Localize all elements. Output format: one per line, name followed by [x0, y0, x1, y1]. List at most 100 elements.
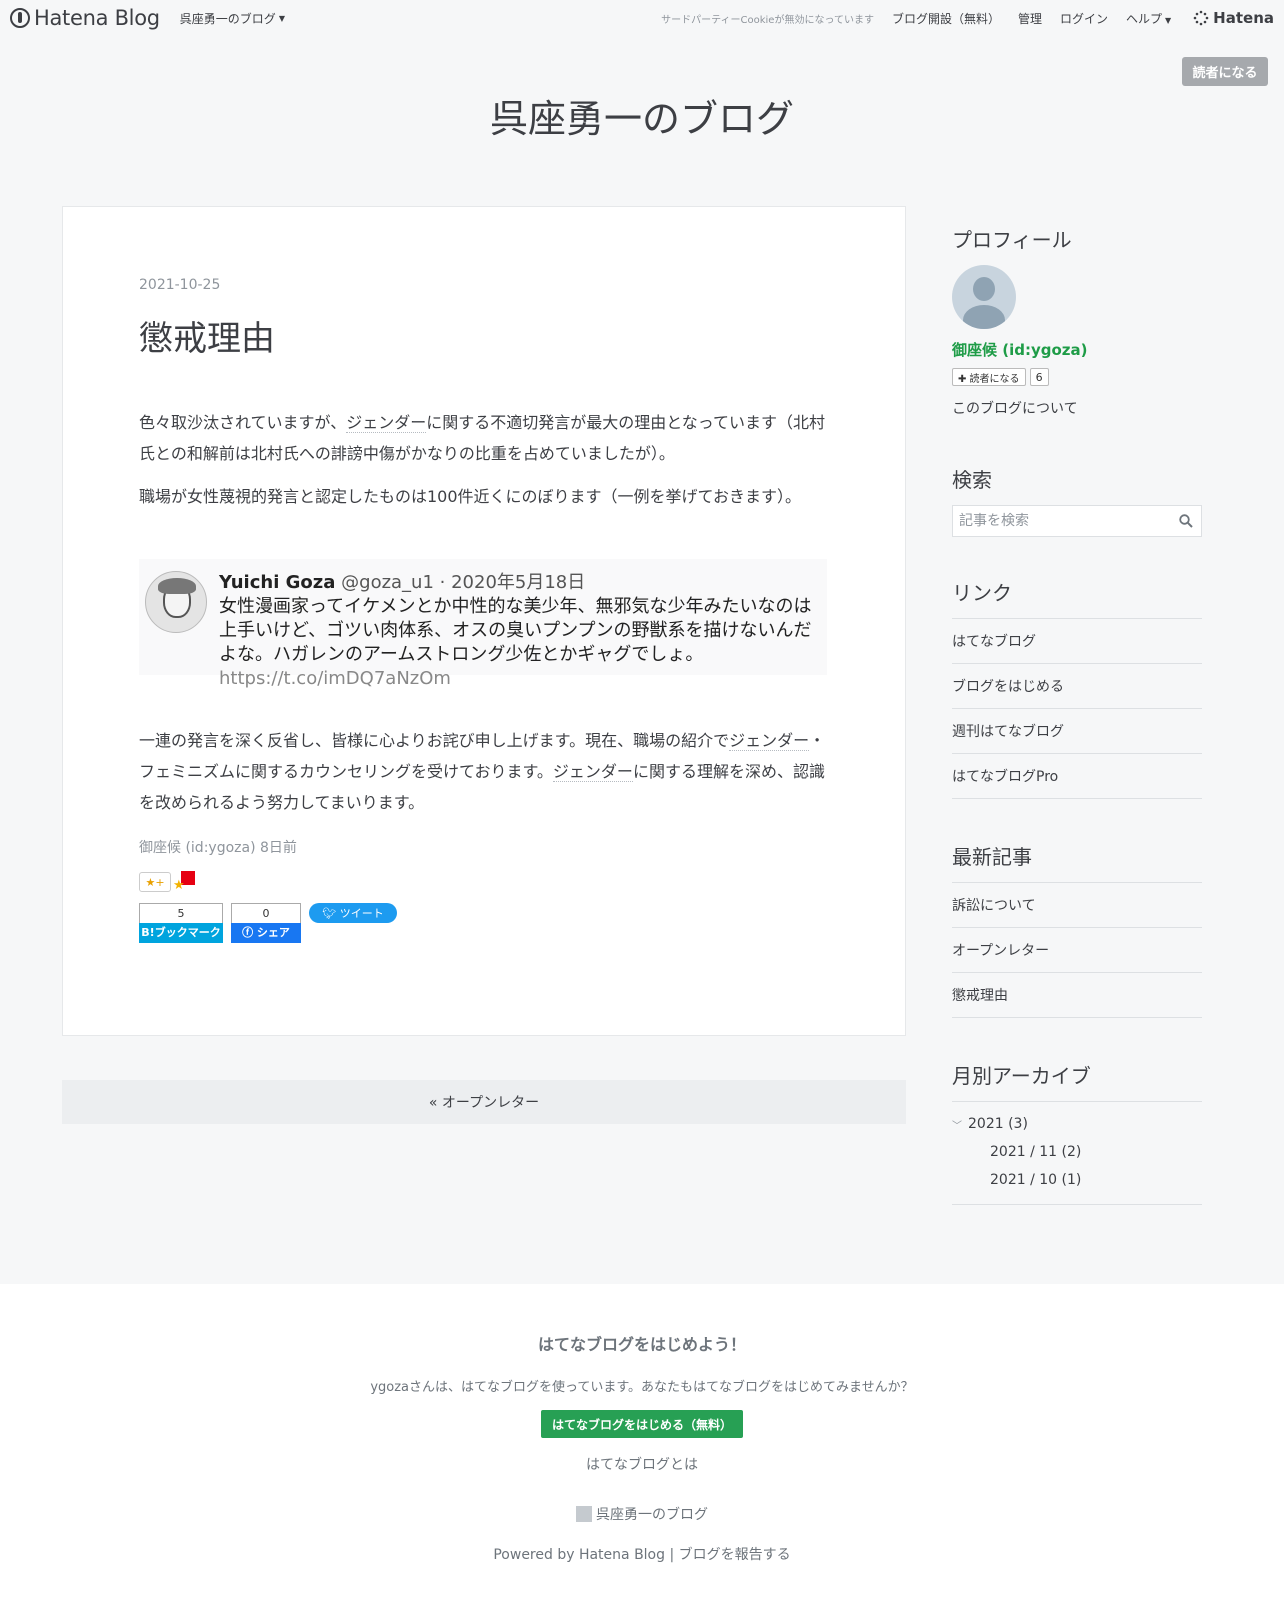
- logo-text: Hatena Blog: [34, 6, 160, 30]
- entry-ago[interactable]: 8日前: [260, 840, 297, 856]
- pen-icon: [10, 8, 30, 28]
- facebook-share-button[interactable]: 0 ⓕ シェア: [231, 903, 301, 943]
- twitter-bird-icon: 🐦︎: [322, 906, 337, 920]
- login-link[interactable]: ログイン: [1060, 10, 1108, 27]
- avatar-torso: [963, 305, 1005, 329]
- list-item[interactable]: オープンレター: [952, 928, 1202, 973]
- entry-date[interactable]: 2021-10-25: [139, 277, 220, 293]
- search-module: 検索: [952, 464, 1202, 537]
- archive-month[interactable]: 2021 / 10 (1): [952, 1172, 1202, 1188]
- cookie-notice: サードパーティーCookieが無効になっています: [661, 14, 874, 26]
- about-hatena-blog-link[interactable]: はてなブログとは: [0, 1454, 1284, 1474]
- about-blog-link[interactable]: このブログについて: [952, 398, 1202, 418]
- admin-link[interactable]: 管理: [1018, 10, 1042, 27]
- search-input[interactable]: [953, 506, 1201, 536]
- list-item[interactable]: 懲戒理由: [952, 973, 1202, 1018]
- profile-title: プロフィール: [952, 228, 1072, 252]
- blog-menu-label: 呉座勇一のブログ: [179, 11, 276, 26]
- bookmark-label: B!ブックマーク: [139, 923, 223, 943]
- tweet-head: Yuichi Goza @goza_u1 · 2020年5月18日: [219, 571, 821, 595]
- reader-count[interactable]: 6: [1029, 368, 1049, 386]
- list-item[interactable]: はてなブログ: [952, 619, 1202, 664]
- author-link[interactable]: 御座候 (id:ygoza): [139, 840, 256, 856]
- footer-desc: ygozaさんは、はてなブログを使っています。あなたもはてなブログをはじめてみま…: [370, 1380, 914, 1395]
- star-icon: ★: [173, 878, 185, 893]
- sidebar: プロフィール 御座候 (id:ygoza) ✚ 読者になる 6 このブログについ…: [952, 224, 1202, 1205]
- recent-title: 最新記事: [952, 845, 1032, 869]
- tweet-button[interactable]: 🐦︎ ツイート: [309, 903, 397, 923]
- add-star-button[interactable]: ★+: [139, 872, 171, 892]
- links-module: リンク はてなブログ ブログをはじめる 週刊はてなブログ はてなブログPro: [952, 577, 1202, 799]
- subscribe-button[interactable]: 読者になる: [1182, 57, 1268, 86]
- archive-list: ﹀ 2021 (3) 2021 / 11 (2) 2021 / 10 (1): [952, 1101, 1202, 1205]
- reader-row: ✚ 読者になる 6: [952, 368, 1202, 386]
- hatena-dots-icon: [1193, 10, 1209, 26]
- list-item[interactable]: ブログをはじめる: [952, 664, 1202, 709]
- caret-down-icon: ▼: [278, 13, 285, 23]
- report-blog-link[interactable]: ブログを報告する: [679, 1547, 791, 1563]
- footer-blog-name: 呉座勇一のブログ: [596, 1507, 708, 1523]
- profile-module: プロフィール 御座候 (id:ygoza) ✚ 読者になる 6 このブログについ…: [952, 224, 1202, 418]
- keyword-link[interactable]: ジェンダー: [729, 731, 810, 751]
- search-icon[interactable]: [1179, 514, 1193, 528]
- tweet-author: Yuichi Goza: [219, 572, 336, 593]
- search-box: [952, 505, 1202, 537]
- blog-title[interactable]: 呉座勇一のブログ: [0, 88, 1284, 143]
- paragraph: 一連の発言を深く反省し、皆様に心よりお詫び申し上げます。現在、職場の紹介でジェン…: [139, 725, 829, 818]
- tweet-avatar: [145, 571, 207, 633]
- pager-prev-link[interactable]: « オープンレター: [62, 1080, 906, 1124]
- facebook-count: 0: [231, 903, 301, 923]
- tweet-text: 女性漫画家ってイケメンとか中性的な美少年、無邪気な少年みたいなのは上手いけど、ゴ…: [219, 595, 821, 691]
- paragraph: 職場が女性蔑視的発言と認定したものは100件近くにのぼります（一例を挙げておきま…: [139, 487, 802, 506]
- avatar-head: [973, 277, 995, 301]
- hatena-logo[interactable]: Hatena: [1193, 9, 1274, 27]
- archive-year-label: 2021 (3): [968, 1116, 1028, 1132]
- list-item[interactable]: はてなブログPro: [952, 754, 1202, 799]
- header-right: サードパーティーCookieが無効になっています ブログ開設（無料） 管理 ログ…: [661, 9, 1274, 27]
- footer-blog-link[interactable]: 呉座勇一のブログ: [0, 1504, 1284, 1524]
- blog-favicon-icon: [576, 1506, 592, 1522]
- blog-menu[interactable]: 呉座勇一のブログ ▼: [180, 10, 285, 27]
- archive-month[interactable]: 2021 / 11 (2): [952, 1144, 1202, 1160]
- start-blog-button[interactable]: はてなブログをはじめる（無料）: [541, 1410, 743, 1438]
- entry-content-2: 一連の発言を深く反省し、皆様に心よりお詫び申し上げます。現在、職場の紹介でジェン…: [139, 725, 829, 818]
- list-item[interactable]: 週刊はてなブログ: [952, 709, 1202, 754]
- separator: |: [669, 1547, 675, 1563]
- text: 色々取沙汰されていますが、: [139, 413, 347, 432]
- recent-list: 訴訟について オープンレター 懲戒理由: [952, 882, 1202, 1018]
- subscribe-small-button[interactable]: ✚ 読者になる: [952, 368, 1026, 386]
- archive-year[interactable]: ﹀ 2021 (3): [952, 1116, 1202, 1132]
- list-item[interactable]: 訴訟について: [952, 883, 1202, 928]
- chevron-down-icon: ﹀: [952, 1120, 962, 1132]
- paragraph: 色々取沙汰されていますが、ジェンダーに関する不適切発言が最大の理由となっています…: [139, 407, 829, 469]
- avatar[interactable]: [952, 265, 1016, 329]
- hatena-bookmark-button[interactable]: 5 B!ブックマーク: [139, 903, 223, 943]
- tweet-text-body: 女性漫画家ってイケメンとか中性的な美少年、無邪気な少年みたいなのは上手いけど、ゴ…: [219, 596, 812, 665]
- links-list: はてなブログ ブログをはじめる 週刊はてなブログ はてなブログPro: [952, 618, 1202, 799]
- open-blog-link[interactable]: ブログ開設（無料）: [892, 10, 1000, 27]
- caret-down-icon: ▼: [1165, 15, 1172, 25]
- footer-powered: Powered by Hatena Blog | ブログを報告する: [0, 1544, 1284, 1564]
- links-title: リンク: [952, 581, 1012, 605]
- help-menu[interactable]: ヘルプ ▼: [1126, 10, 1171, 27]
- tweet-meta: @goza_u1 · 2020年5月18日: [341, 572, 586, 593]
- avatar-hair: [158, 578, 196, 594]
- help-label: ヘルプ: [1126, 11, 1163, 26]
- recent-module: 最新記事 訴訟について オープンレター 懲戒理由: [952, 841, 1202, 1018]
- color-star-icon[interactable]: ★: [173, 871, 195, 893]
- tweet-image: Yuichi Goza @goza_u1 · 2020年5月18日 女性漫画家っ…: [139, 559, 827, 689]
- facebook-icon: ⓕ: [242, 926, 257, 939]
- share-buttons: 5 B!ブックマーク 0 ⓕ シェア 🐦︎ ツイート: [139, 903, 397, 943]
- text: 一連の発言を深く反省し、皆様に心よりお詫び申し上げます。現在、職場の紹介で: [139, 731, 730, 750]
- hatena-blog-logo[interactable]: Hatena Blog: [10, 6, 160, 30]
- profile-name-link[interactable]: 御座候 (id:ygoza): [952, 339, 1202, 360]
- entry-title[interactable]: 懲戒理由: [139, 311, 275, 360]
- footer-title: はてなブログをはじめよう！: [537, 1335, 746, 1354]
- archive-module: 月別アーカイブ ﹀ 2021 (3) 2021 / 11 (2) 2021 / …: [952, 1060, 1202, 1205]
- tweet-url: https://t.co/imDQ7aNzOm: [219, 668, 451, 689]
- tweet-body: Yuichi Goza @goza_u1 · 2020年5月18日 女性漫画家っ…: [219, 571, 821, 691]
- keyword-link[interactable]: ジェンダー: [346, 413, 427, 433]
- keyword-link[interactable]: ジェンダー: [552, 762, 633, 782]
- hatena-text: Hatena: [1213, 9, 1274, 27]
- powered-by-link[interactable]: Powered by Hatena Blog: [493, 1547, 665, 1563]
